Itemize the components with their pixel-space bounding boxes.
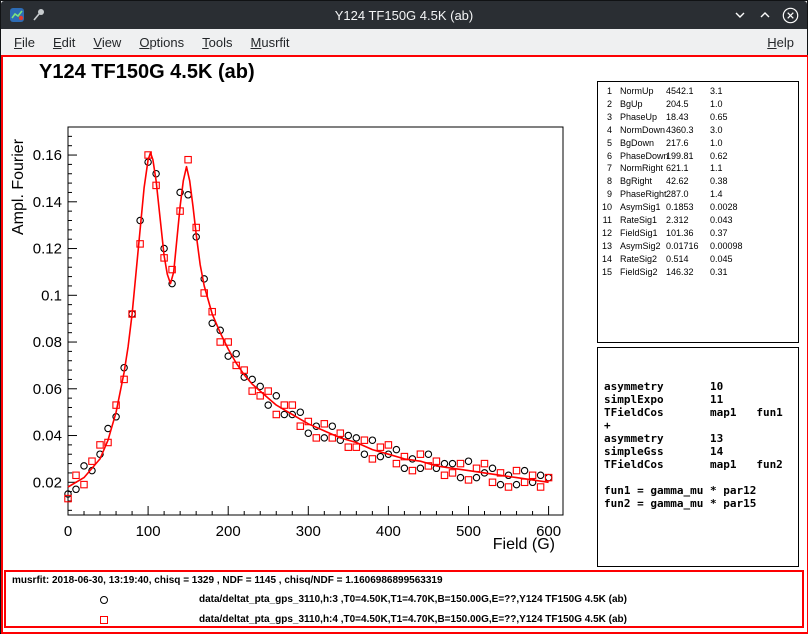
fit-info: musrfit: 2018-06-30, 13:19:40, chisq = 1… [12, 575, 443, 586]
svg-text:0.12: 0.12 [33, 241, 62, 258]
legend-row: data/deltat_pta_gps_3110,h:3 ,T0=4.50K,T… [6, 591, 802, 611]
parameter-row: 3PhaseUp18.430.65 [600, 111, 798, 124]
parameter-row: 15FieldSig2146.320.31 [600, 266, 798, 279]
parameter-row: 7NormRight621.11.1 [600, 162, 798, 175]
fit-info-box: musrfit: 2018-06-30, 13:19:40, chisq = 1… [4, 570, 804, 628]
theory-line: + [604, 419, 798, 432]
theory-line: TFieldCos map1 fun2 [604, 458, 798, 471]
theory-line: fun2 = gamma_mu * par15 [604, 497, 798, 510]
root-canvas[interactable]: Y124 TF150G 4.5K (ab) 010020030040050060… [1, 55, 808, 634]
app-icon[interactable] [9, 7, 27, 23]
theory-line: asymmetry 13 [604, 432, 798, 445]
svg-text:0.14: 0.14 [33, 194, 62, 211]
menu-options[interactable]: Options [130, 31, 193, 54]
svg-text:0.04: 0.04 [33, 428, 62, 445]
menu-tools[interactable]: Tools [193, 31, 241, 54]
theory-line: simpleGss 14 [604, 445, 798, 458]
svg-text:400: 400 [376, 523, 401, 540]
parameter-row: 5BgDown217.61.0 [600, 137, 798, 150]
svg-text:200: 200 [216, 523, 241, 540]
svg-text:Field (G): Field (G) [493, 536, 555, 553]
svg-text:Ampl. Fourier: Ampl. Fourier [10, 138, 27, 235]
menubar-items: FileEditViewOptionsToolsMusrfit [5, 31, 299, 54]
legend-square-icon [100, 616, 108, 624]
theory-box: asymmetry 10simplExpo 11TFieldCos map1 f… [597, 347, 799, 567]
theory-line: asymmetry 10 [604, 380, 798, 393]
svg-text:0.02: 0.02 [33, 474, 62, 491]
parameter-row: 11RateSig12.3120.043 [600, 214, 798, 227]
parameter-row: 4NormDown4360.33.0 [600, 124, 798, 137]
parameter-row: 2BgUp204.51.0 [600, 98, 798, 111]
window-title: Y124 TF150G 4.5K (ab) [1, 8, 807, 23]
legend-label: data/deltat_pta_gps_3110,h:3 ,T0=4.50K,T… [199, 594, 627, 605]
parameter-row: 13AsymSig20.017160.00098 [600, 240, 798, 253]
legend-label: data/deltat_pta_gps_3110,h:4 ,T0=4.50K,T… [199, 614, 627, 625]
parameter-row: 12FieldSig1101.360.37 [600, 227, 798, 240]
legend-row: data/deltat_pta_gps_3110,h:4 ,T0=4.50K,T… [6, 611, 802, 631]
menubar: FileEditViewOptionsToolsMusrfit Help [1, 29, 807, 55]
menu-help[interactable]: Help [758, 31, 803, 54]
theory-line: simplExpo 11 [604, 393, 798, 406]
svg-text:300: 300 [296, 523, 321, 540]
legend-circle-icon [100, 596, 108, 604]
svg-text:0: 0 [64, 523, 72, 540]
parameter-row: 8BgRight42.620.38 [600, 175, 798, 188]
minimize-button[interactable] [731, 6, 749, 24]
chevron-down-icon [733, 8, 747, 22]
chevron-up-icon [758, 8, 772, 22]
close-button[interactable] [781, 6, 799, 24]
svg-text:100: 100 [136, 523, 161, 540]
svg-text:500: 500 [456, 523, 481, 540]
theory-line: fun1 = gamma_mu * par12 [604, 484, 798, 497]
parameter-row: 14RateSig20.5140.045 [600, 253, 798, 266]
menu-file[interactable]: File [5, 31, 44, 54]
svg-text:0.1: 0.1 [41, 287, 62, 304]
parameter-row: 1NormUp4542.13.1 [600, 85, 798, 98]
titlebar[interactable]: Y124 TF150G 4.5K (ab) [1, 1, 807, 29]
svg-text:0.08: 0.08 [33, 334, 62, 351]
maximize-button[interactable] [756, 6, 774, 24]
pin-icon [31, 7, 49, 23]
parameter-rows: 1NormUp4542.13.12BgUp204.51.03PhaseUp18.… [600, 85, 798, 279]
fourier-plot[interactable]: 01002003004005006000.020.040.060.080.10.… [3, 115, 593, 585]
menu-edit[interactable]: Edit [44, 31, 84, 54]
menu-musrfit[interactable]: Musrfit [242, 31, 299, 54]
window-controls [731, 6, 799, 24]
svg-text:0.16: 0.16 [33, 147, 62, 164]
menu-view[interactable]: View [84, 31, 130, 54]
theory-lines: asymmetry 10simplExpo 11TFieldCos map1 f… [604, 380, 798, 510]
parameter-row: 9PhaseRight287.01.4 [600, 188, 798, 201]
plot-title: Y124 TF150G 4.5K (ab) [39, 61, 255, 84]
parameter-row: 10AsymSig10.18530.0028 [600, 201, 798, 214]
app-window: Y124 TF150G 4.5K (ab) FileEd [0, 0, 808, 633]
parameter-box: 1NormUp4542.13.12BgUp204.51.03PhaseUp18.… [597, 81, 799, 343]
close-icon [782, 7, 799, 24]
svg-text:0.06: 0.06 [33, 381, 62, 398]
theory-line [604, 471, 798, 484]
parameter-row: 6PhaseDown199.810.62 [600, 150, 798, 163]
theory-line: TFieldCos map1 fun1 [604, 406, 798, 419]
